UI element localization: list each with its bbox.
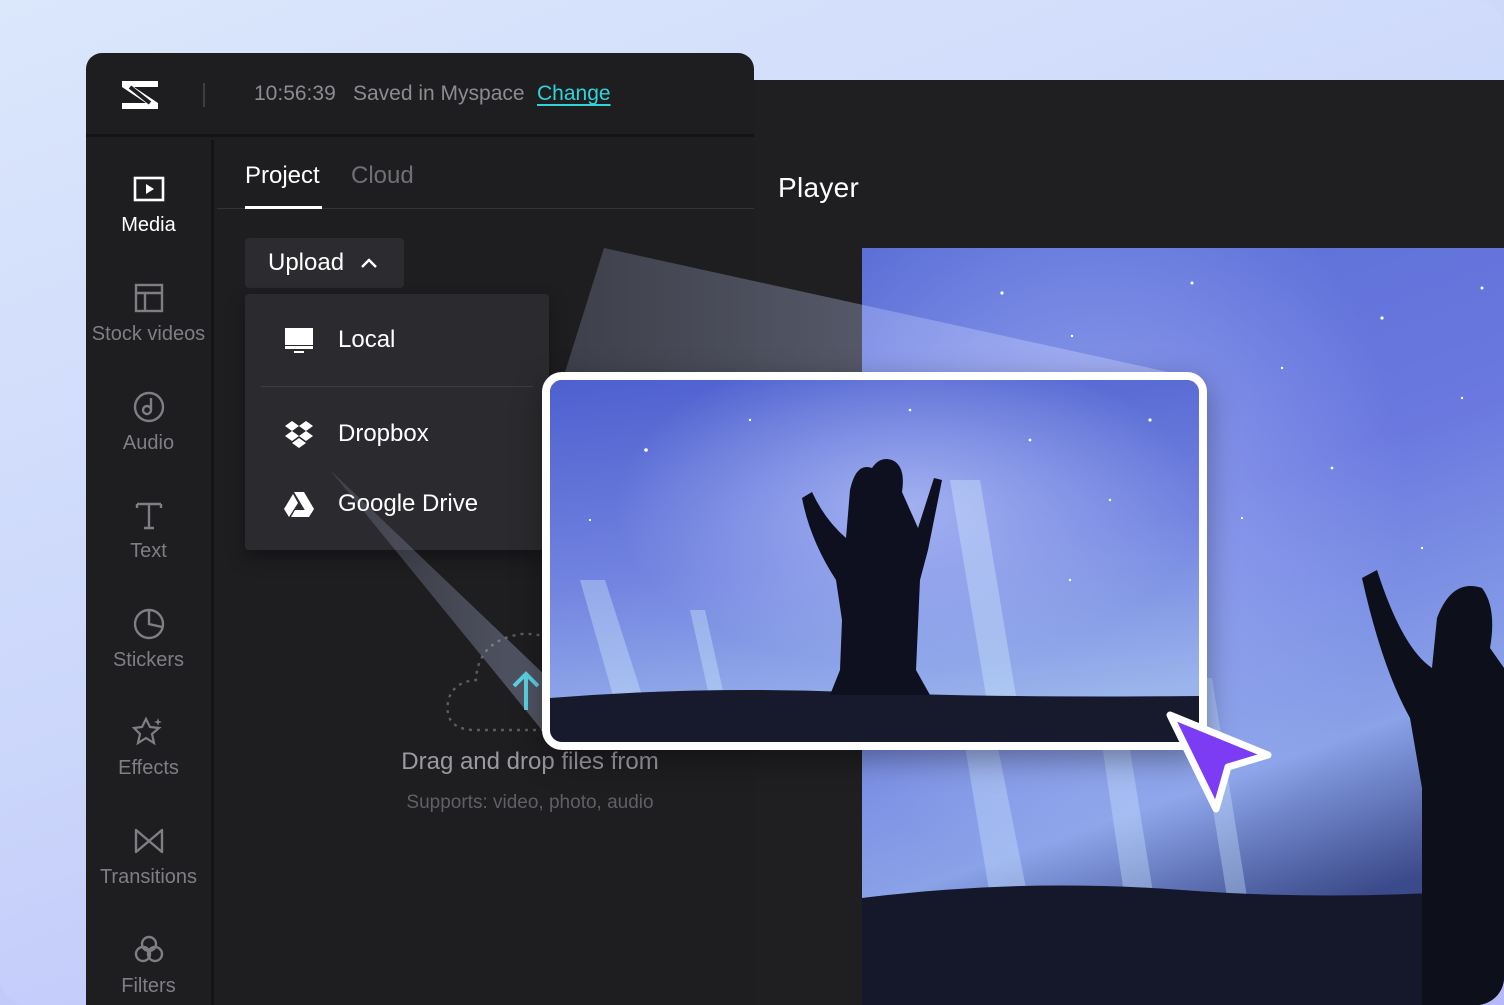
sidebar-item-text[interactable]: Text — [86, 498, 211, 598]
effects-icon — [131, 716, 162, 746]
chevron-up-icon — [361, 258, 377, 268]
sidebar: Media Stock videos Audio Text Stickers E… — [86, 140, 214, 1005]
monitor-icon — [285, 328, 313, 353]
tab-bar: Project Cloud — [217, 140, 754, 209]
upload-button[interactable]: Upload — [245, 238, 404, 288]
audio-icon — [133, 391, 164, 423]
google-drive-icon — [284, 492, 314, 517]
menu-item-google-drive[interactable]: Google Drive — [245, 474, 549, 534]
cursor-icon — [1166, 711, 1272, 813]
menu-item-local[interactable]: Local — [245, 310, 549, 370]
sidebar-item-label: Stock videos — [91, 323, 206, 345]
dropbox-icon — [285, 421, 313, 448]
sidebar-item-label: Effects — [118, 757, 179, 779]
save-time: 10:56:39 — [254, 82, 336, 105]
topbar-divider — [203, 83, 205, 107]
sidebar-item-label: Stickers — [112, 649, 185, 671]
sidebar-item-label: Transitions — [99, 866, 198, 888]
sidebar-item-filters[interactable]: Filters — [86, 933, 211, 1005]
sidebar-item-transitions[interactable]: Transitions — [86, 824, 211, 924]
background: Player 10:56:39 Saved in Myspace Change … — [0, 0, 1504, 1005]
sidebar-item-stickers[interactable]: Stickers — [86, 607, 211, 707]
change-link[interactable]: Change — [537, 82, 611, 106]
save-status: Saved in Myspace — [353, 82, 525, 105]
menu-item-label: Google Drive — [338, 490, 479, 517]
drop-zone-subtitle: Supports: video, photo, audio — [406, 792, 654, 813]
tab-project[interactable]: Project — [245, 162, 320, 190]
active-tab-indicator — [245, 206, 322, 209]
zoom-image — [550, 380, 1199, 742]
filters-icon — [134, 935, 163, 963]
sidebar-item-label: Audio — [122, 432, 175, 454]
sidebar-item-label: Filters — [121, 975, 176, 997]
sidebar-item-label: Text — [130, 540, 167, 562]
top-bar: 10:56:39 Saved in Myspace Change — [86, 53, 754, 137]
stickers-icon — [133, 608, 164, 640]
player-title: Player — [778, 172, 860, 203]
sidebar-item-effects[interactable]: Effects — [86, 715, 211, 815]
tab-cloud[interactable]: Cloud — [351, 162, 414, 190]
text-icon — [135, 502, 162, 530]
drop-zone-title: Drag and drop files from — [401, 748, 659, 775]
menu-divider — [261, 386, 533, 387]
media-icon — [133, 176, 164, 202]
sidebar-item-audio[interactable]: Audio — [86, 390, 211, 490]
capcut-logo-icon[interactable] — [120, 77, 160, 113]
menu-item-dropbox[interactable]: Dropbox — [245, 404, 549, 464]
menu-item-label: Dropbox — [338, 420, 429, 447]
zoom-preview-card — [542, 372, 1207, 750]
sidebar-item-stock-videos[interactable]: Stock videos — [86, 281, 211, 381]
sidebar-item-label: Media — [121, 214, 176, 236]
stock-videos-icon — [134, 283, 163, 313]
sidebar-item-media[interactable]: Media — [86, 172, 211, 272]
upload-menu: Local Dropbox Google Drive — [245, 294, 549, 550]
upload-label: Upload — [268, 249, 345, 276]
menu-item-label: Local — [338, 326, 396, 353]
transitions-icon — [134, 828, 163, 854]
